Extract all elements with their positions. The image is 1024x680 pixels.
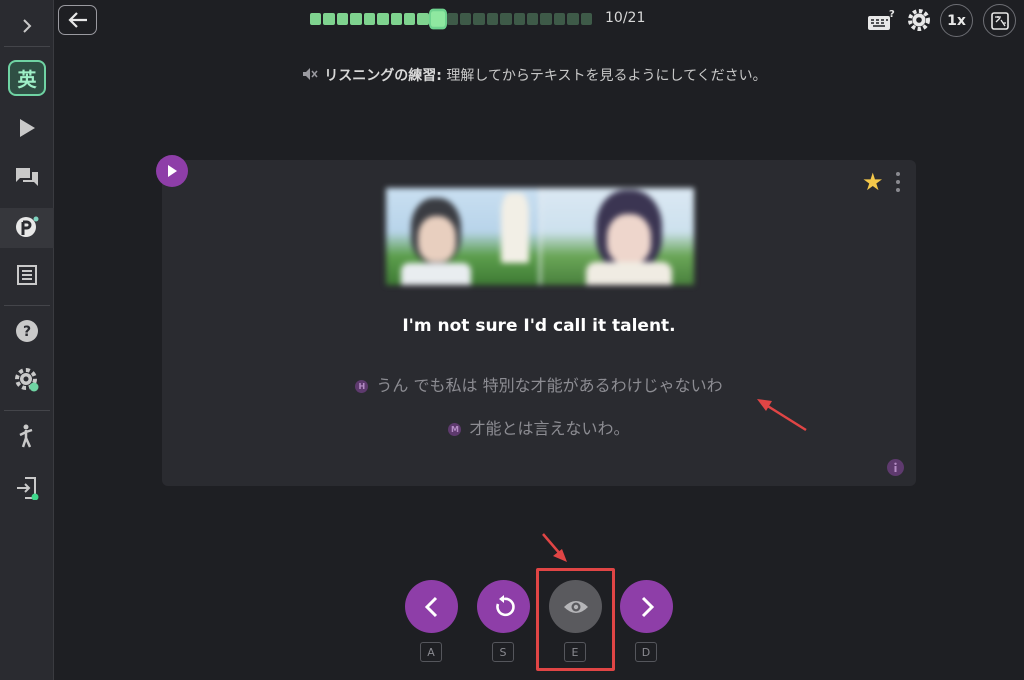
arrow-annotation-translation: [757, 399, 807, 432]
annotation-arrows: [542, 399, 807, 562]
arrow-annotation-reveal: [542, 533, 567, 562]
